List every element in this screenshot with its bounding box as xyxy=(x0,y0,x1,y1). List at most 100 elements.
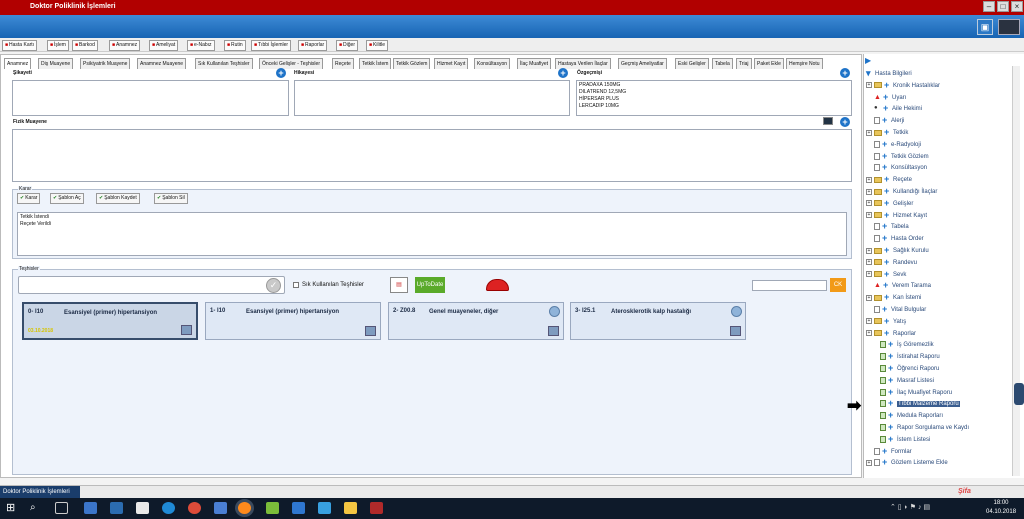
tree-item[interactable]: + İş Göremezlik xyxy=(880,340,934,349)
tab-17[interactable]: Paket Ekle xyxy=(754,58,784,69)
expand-toggle-icon[interactable]: + xyxy=(866,318,872,325)
toolbar-button-9[interactable]: ■Diğer xyxy=(336,40,358,51)
add-icon[interactable]: + xyxy=(882,458,889,467)
karar-button-3[interactable]: ✔Şablon Sil xyxy=(154,193,188,204)
add-icon[interactable]: + xyxy=(882,151,889,160)
expand-toggle-icon[interactable]: + xyxy=(866,271,872,278)
add-icon[interactable]: + xyxy=(882,234,889,243)
system-clock[interactable]: 18:00 04.10.2018 xyxy=(986,499,1016,517)
taskbar-app-6-icon[interactable] xyxy=(292,502,305,514)
tree-item[interactable]: + + Raporlar xyxy=(866,328,916,338)
tree-item[interactable]: + Masraf Listesi xyxy=(880,375,934,385)
tab-5[interactable]: Önceki Gelişler - Teşhisler xyxy=(259,58,323,69)
add-icon[interactable]: + xyxy=(884,128,891,137)
taskbar-app-5-icon[interactable] xyxy=(266,502,279,514)
hikaye-textarea[interactable] xyxy=(294,80,570,116)
tree-item[interactable]: + + Hizmet Kayıt xyxy=(866,210,927,220)
tab-1[interactable]: Diş Muayene xyxy=(38,58,74,69)
add-icon[interactable]: + xyxy=(888,423,895,432)
add-icon[interactable]: + xyxy=(884,187,891,196)
tree-item[interactable]: + İstirahat Raporu xyxy=(880,352,940,361)
tab-10[interactable]: Konsültasyon xyxy=(474,58,511,69)
add-icon[interactable]: + xyxy=(884,198,891,207)
add-icon[interactable]: + xyxy=(884,269,891,278)
diagnosis-action-icon[interactable] xyxy=(548,326,559,336)
diagnosis-action-icon[interactable] xyxy=(181,325,192,335)
expand-toggle-icon[interactable]: + xyxy=(866,188,872,195)
ck-button[interactable]: CK xyxy=(830,278,846,292)
tree-item[interactable]: + + Gözlem Listeme Ekle xyxy=(866,458,948,467)
expand-toggle-icon[interactable]: + xyxy=(866,176,872,183)
karar-button-1[interactable]: ✔Şablon Aç xyxy=(50,193,84,204)
toolbar-button-2[interactable]: ■Barkod xyxy=(72,40,98,51)
sikayet-textarea[interactable] xyxy=(12,80,289,116)
tree-scrollbar[interactable] xyxy=(1012,66,1020,476)
diagnosis-card[interactable]: 2- Z00.8 Genel muayeneler, diğer xyxy=(388,302,564,340)
add-icon[interactable]: + xyxy=(884,316,891,325)
tab-13[interactable]: Geçmiş Ameliyatlar xyxy=(618,58,667,69)
toolbar-button-3[interactable]: ■Anamnez xyxy=(109,40,141,51)
tray-icons[interactable]: ⌃ ▯ ◗ ⚑ ♪ ▤ xyxy=(890,502,950,514)
tree-item[interactable]: + + Sevk xyxy=(866,269,906,279)
minimize-button[interactable]: – xyxy=(983,1,995,12)
tree-item[interactable]: + + Yatış xyxy=(866,316,906,326)
taskbar-app-4-icon[interactable] xyxy=(214,502,227,514)
monitor-icon[interactable] xyxy=(998,19,1020,35)
taskbar-app-2-icon[interactable] xyxy=(110,502,123,514)
add-icon[interactable]: + xyxy=(888,411,895,420)
tree-item[interactable]: + Hasta Order xyxy=(866,234,924,243)
karar-button-2[interactable]: ✔Şablon Kaydet xyxy=(96,193,140,204)
tree-item[interactable]: + + Kullandığı İlaçlar xyxy=(866,187,937,196)
tree-item[interactable]: ▲ + Verem Tarama xyxy=(866,281,931,290)
expand-arrow-icon[interactable]: ▶ xyxy=(865,56,871,65)
tree-item[interactable]: + + Tetkik xyxy=(866,128,908,137)
tab-6[interactable]: Reçete xyxy=(332,58,354,69)
toolbar-button-6[interactable]: ■Rutin xyxy=(224,40,246,51)
add-icon[interactable]: + xyxy=(888,340,895,349)
alarm-icon[interactable] xyxy=(486,279,509,291)
tree-item[interactable]: + Tabela xyxy=(866,222,909,231)
expand-toggle-icon[interactable]: + xyxy=(866,129,872,136)
add-icon[interactable]: + xyxy=(882,446,889,455)
diagnosis-card[interactable]: 3- I25.1 Aterosklerotik kalp hastalığı xyxy=(570,302,746,340)
expand-icon[interactable]: ▾ xyxy=(866,69,873,78)
tree-item[interactable]: + Alerji xyxy=(866,116,904,125)
expand-toggle-icon[interactable]: + xyxy=(866,82,872,89)
settings-icon[interactable]: ▣ xyxy=(977,19,993,35)
add-icon[interactable]: + xyxy=(884,328,891,337)
expand-toggle-icon[interactable]: + xyxy=(866,200,872,207)
tab-0[interactable]: Anamnez xyxy=(4,58,32,69)
expand-toggle-icon[interactable]: + xyxy=(866,459,872,466)
expand-toggle-icon[interactable]: + xyxy=(866,212,872,219)
hikaye-add-icon[interactable]: + xyxy=(558,68,568,78)
add-icon[interactable]: + xyxy=(884,246,891,255)
add-icon[interactable]: + xyxy=(882,305,889,314)
tree-item[interactable]: + Tetkik Gözlem xyxy=(866,151,929,161)
uptodate-button[interactable]: UpToDate xyxy=(415,277,445,293)
windows-start-icon[interactable]: ⊞ xyxy=(6,502,19,514)
add-icon[interactable]: + xyxy=(884,257,891,266)
tree-item[interactable]: + + Gelişler xyxy=(866,198,913,208)
expand-toggle-icon[interactable]: + xyxy=(866,330,872,337)
tab-2[interactable]: Psikiyatrik Muayene xyxy=(80,58,131,69)
tree-item[interactable]: + + Sağlık Kurulu xyxy=(866,246,929,255)
add-icon[interactable]: + xyxy=(883,92,890,101)
add-icon[interactable]: + xyxy=(883,104,890,113)
detail-icon[interactable] xyxy=(549,306,560,317)
add-icon[interactable]: + xyxy=(888,387,895,396)
sik-kullanilan-checkbox[interactable] xyxy=(293,282,299,288)
tab-7[interactable]: Tetkik İstem xyxy=(359,58,392,69)
tree-item[interactable]: + + Reçete xyxy=(866,175,912,184)
tree-item[interactable]: + Tıbbi Malzeme Raporu xyxy=(880,399,960,408)
add-icon[interactable]: + xyxy=(882,222,889,231)
tab-15[interactable]: Tabela xyxy=(712,58,733,69)
sikayet-add-icon[interactable]: + xyxy=(276,68,286,78)
diagnosis-action-icon[interactable] xyxy=(365,326,376,336)
add-icon[interactable]: + xyxy=(888,364,895,373)
ozgecmis-add-icon[interactable]: + xyxy=(840,68,850,78)
tab-3[interactable]: Anamnez Muayene xyxy=(137,58,187,69)
ozgecmis-textarea[interactable]: PRADAXA 150MG DILATREND 12,5MG HİPERSAR PL… xyxy=(576,80,852,116)
close-button[interactable]: × xyxy=(1011,1,1023,12)
tree-item[interactable]: + Medula Raporları xyxy=(880,411,943,420)
tree-item[interactable]: ● + Aile Hekimi xyxy=(866,104,922,113)
